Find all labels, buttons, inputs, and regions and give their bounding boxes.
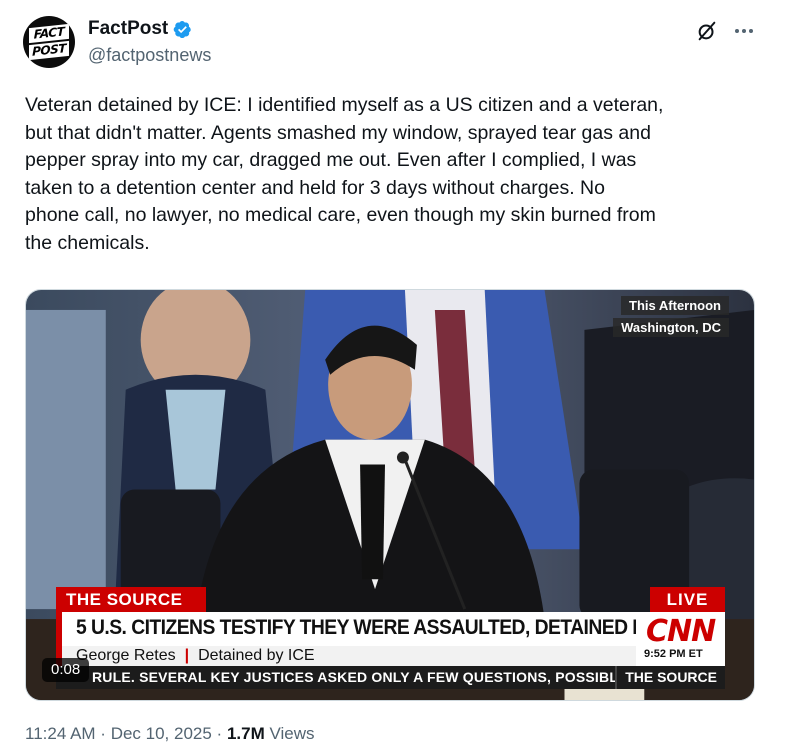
author-name-row: FactPost (88, 18, 192, 40)
avatar-logo-line: POST (29, 40, 69, 61)
speaker-line: George Retes | Detained by ICE (76, 646, 315, 666)
avatar[interactable]: FACT POST (23, 16, 75, 68)
tweet: FACT POST FactPost @factpostnews Veteran… (0, 0, 790, 750)
ticker-text: RULE. SEVERAL KEY JUSTICES ASKED ONLY A … (92, 669, 674, 685)
show-tag: THE SOURCE (56, 587, 206, 612)
grok-icon[interactable] (696, 20, 718, 42)
avatar-logo-line: FACT (29, 23, 69, 44)
author-handle[interactable]: @factpostnews (88, 45, 211, 66)
views-count[interactable]: 1.7M (227, 724, 265, 743)
news-ticker: RULE. SEVERAL KEY JUSTICES ASKED ONLY A … (56, 666, 725, 689)
speaker-description: Detained by ICE (198, 647, 315, 664)
network-bug: CNN 9:52 PM ET (636, 612, 725, 666)
verified-badge-icon[interactable] (173, 20, 192, 39)
post-meta: 11:24 AM · Dec 10, 2025 · 1.7M Views (25, 724, 315, 744)
chyron: THE SOURCE LIVE 5 U.S. CITIZENS TESTIFY … (26, 290, 754, 700)
meta-dot: · (95, 724, 111, 743)
post-text: Veteran detained by ICE: I identified my… (25, 94, 664, 254)
video-elapsed-badge: 0:08 (42, 658, 90, 682)
speaker-separator: | (184, 647, 190, 664)
network-time: 9:52 PM ET (644, 648, 703, 660)
author-display-name[interactable]: FactPost (88, 18, 168, 40)
meta-dot: · (211, 724, 227, 743)
speaker-bar: George Retes | Detained by ICE (56, 646, 636, 666)
video-player[interactable]: This Afternoon Washington, DC THE SOURCE… (25, 289, 755, 701)
more-options-icon[interactable] (733, 22, 755, 40)
headline: 5 U.S. CITIZENS TESTIFY THEY WERE ASSAUL… (76, 616, 702, 639)
speaker-name: George Retes (76, 647, 176, 664)
post-date[interactable]: Dec 10, 2025 (111, 724, 212, 743)
headline-bar: 5 U.S. CITIZENS TESTIFY THEY WERE ASSAUL… (56, 612, 702, 646)
cnn-logo: CNN (646, 614, 716, 649)
post-time[interactable]: 11:24 AM (25, 724, 96, 743)
live-tag: LIVE (650, 587, 725, 612)
views-label: Views (264, 724, 315, 743)
ticker-brand: THE SOURCE (615, 666, 725, 689)
